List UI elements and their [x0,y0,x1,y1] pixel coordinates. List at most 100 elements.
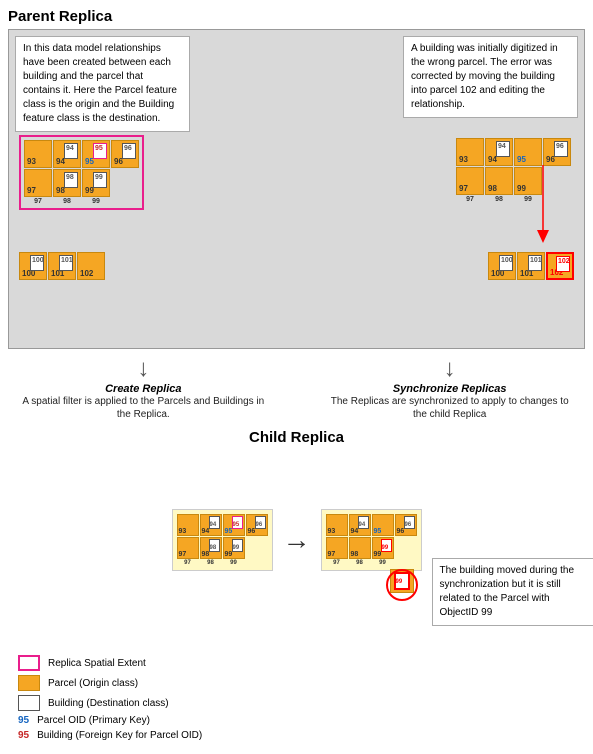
parcel-102-left: 102 [77,252,105,280]
displaced-building-icon: 99 [394,572,410,590]
bottom-right-diagram: 100 100 101 101 102 102 [488,252,574,281]
tr-98: 98 [485,167,513,195]
top-right-diagram: 93 94 94 95 96 96 97 98 99 [453,135,574,206]
sync-replica-title: Synchronize Replicas [324,383,575,395]
br-building-100: 100 [499,255,513,271]
parcel-row-1: 93 94 94 95 95 96 96 [24,140,139,168]
tr-empty [543,167,571,195]
parent-replica-title: Parent Replica [8,8,585,25]
create-replica-desc: A spatial filter is applied to the Parce… [18,395,269,421]
cl-95: 95 95 [223,514,245,536]
cr-b96: 96 [404,516,415,529]
cl-93: 93 [177,514,199,536]
tr-94: 94 94 [485,138,513,166]
tr-row-1: 93 94 94 95 96 96 [456,138,571,166]
cr-93: 93 [326,514,348,536]
building-96: 96 [122,143,136,159]
building-98: 98 [64,172,78,188]
parcel-95: 95 95 [82,140,110,168]
tr-building-96: 96 [554,141,568,157]
middle-section: ↓ Create Replica A spatial filter is app… [8,349,585,429]
tr-99: 99 [514,167,542,195]
legend-parcel-oid: 95 Parcel OID (Primary Key) [18,715,575,726]
parcel-96: 96 96 [111,140,139,168]
cr-95: 95 [372,514,394,536]
cr-97: 97 [326,537,348,559]
cl-99: 99 99 [223,537,245,559]
cl-empty [246,537,268,559]
cl-b99: 99 [232,539,243,552]
sync-replica-item: ↓ Synchronize Replicas The Replicas are … [324,357,575,421]
parcel-98: 98 98 [53,169,81,197]
child-replica-title: Child Replica [8,429,585,446]
br-building-102: 102 [556,256,570,272]
parcel-100: 100 100 [19,252,47,280]
tr-row-2: 97 98 99 [456,167,571,195]
tr-93: 93 [456,138,484,166]
legend-building-fk: 95 Building (Foreign Key for Parcel OID) [18,730,575,741]
br-row-1: 100 100 101 101 102 102 [488,252,574,280]
cr-96: 96 96 [395,514,417,536]
parcel-93: 93 [24,140,52,168]
tr-building-94: 94 [496,141,510,157]
info-box-right: A building was initially digitized in th… [403,36,578,118]
cr-row-2: 97 98 99 99 [326,537,417,559]
cl-b95: 95 [232,516,243,529]
parcel-101: 101 101 [48,252,76,280]
cl-94: 94 94 [200,514,222,536]
legend-replica-extent: Replica Spatial Extent [18,655,575,671]
cr-b94: 94 [358,516,369,529]
callout-box: The building moved during the synchroniz… [432,558,593,626]
create-replica-item: ↓ Create Replica A spatial filter is app… [18,357,269,421]
arrow-down-left: ↓ [18,357,269,381]
main-container: Parent Replica In this data model relati… [0,0,593,754]
building-101: 101 [59,255,73,271]
top-left-diagram: 93 94 94 95 95 96 96 97 98 9 [19,135,144,210]
br-101: 101 101 [517,252,545,280]
cl-96: 96 96 [246,514,268,536]
building-95: 95 [93,143,107,159]
bottom-left-diagram: 100 100 101 101 102 [19,252,105,281]
cr-empty [395,537,417,559]
parcel-99: 99 99 [82,169,110,197]
cr-b99: 99 [381,539,392,552]
sync-replica-desc: The Replicas are synchronized to apply t… [324,395,575,421]
br-102: 102 102 [546,252,574,280]
cr-94: 94 94 [349,514,371,536]
tr-95: 95 [514,138,542,166]
arrow-right: → [283,524,311,556]
cl-row-1: 93 94 94 95 95 96 96 [177,514,268,536]
cr-row-1: 93 94 94 95 96 96 [326,514,417,536]
child-replica-area: 93 94 94 95 95 96 96 97 98 9 [8,450,585,630]
cl-98: 98 98 [200,537,222,559]
br-100: 100 100 [488,252,516,280]
parcel-94: 94 94 [53,140,81,168]
legend-building: Building (Destination class) [18,695,575,711]
legend-box-pink [18,655,40,671]
parent-replica-box: In this data model relationships have be… [8,29,585,349]
cl-b94: 94 [209,516,220,529]
parcel-97: 97 [24,169,52,197]
create-replica-title: Create Replica [18,383,269,395]
arrow-down-right: ↓ [324,357,575,381]
br-building-101: 101 [528,255,542,271]
cl-row-2: 97 98 98 99 99 [177,537,268,559]
building-94: 94 [64,143,78,159]
cl-b96: 96 [255,516,266,529]
child-right-diagram: 93 94 94 95 96 96 97 [321,509,422,571]
building-100: 100 [30,255,44,271]
parcel-row-2: 97 98 98 99 99 [24,169,139,197]
cr-99: 99 99 [372,537,394,559]
cr-98: 98 [349,537,371,559]
child-right-wrapper: 93 94 94 95 96 96 97 [321,509,422,571]
legend: Replica Spatial Extent Parcel (Origin cl… [8,650,585,746]
info-box-left: In this data model relationships have be… [15,36,190,132]
cl-97: 97 [177,537,199,559]
legend-box-white [18,695,40,711]
displaced-building: 99 [390,569,414,593]
tr-96: 96 96 [543,138,571,166]
parcel-empty [111,169,139,197]
legend-box-orange [18,675,40,691]
parcel-row-bottom-left: 100 100 101 101 102 [19,252,105,280]
building-99: 99 [93,172,107,188]
